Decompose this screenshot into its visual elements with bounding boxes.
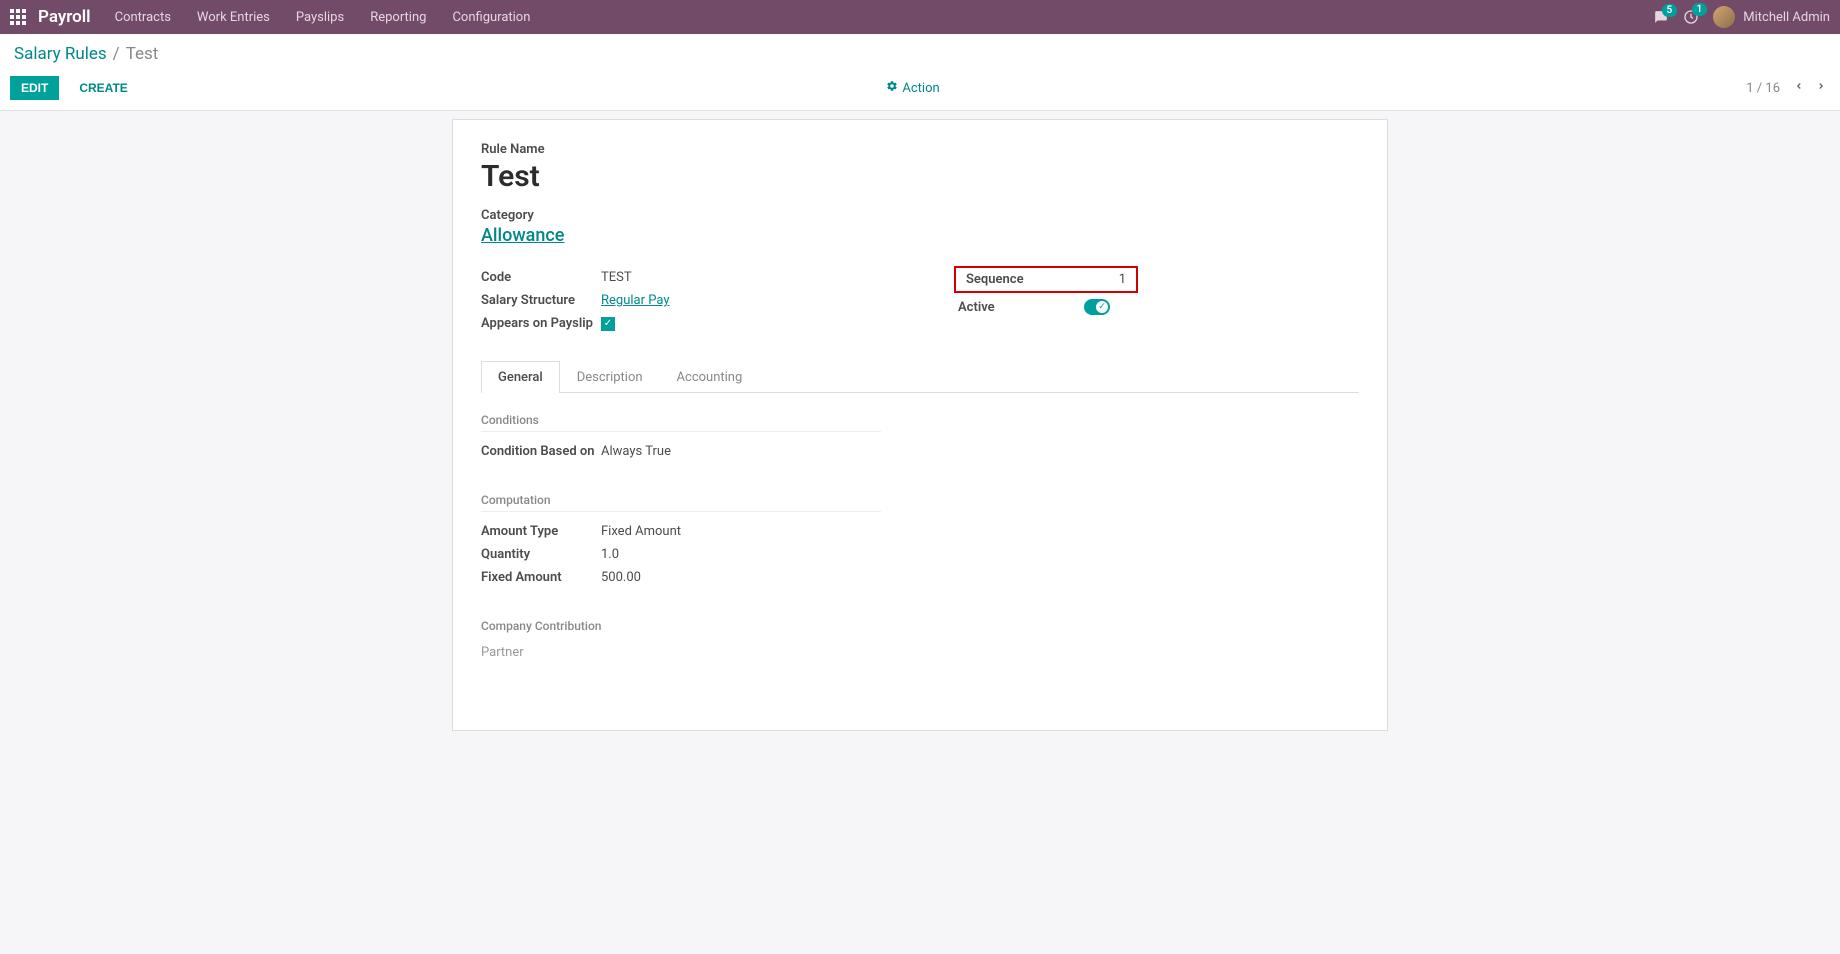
salary-structure-link[interactable]: Regular Pay [601, 293, 670, 308]
appears-label: Appears on Payslip [481, 316, 601, 331]
gear-icon [886, 80, 898, 96]
company-contribution-section: Company Contribution Partner [481, 619, 1359, 660]
breadcrumb-separator: / [113, 44, 120, 64]
action-label: Action [902, 81, 939, 96]
quantity-value: 1.0 [601, 547, 619, 562]
tabs: General Description Accounting [481, 361, 1359, 393]
create-button[interactable]: CREATE [67, 77, 139, 99]
chat-badge: 5 [1662, 4, 1678, 17]
breadcrumb: Salary Rules / Test [14, 44, 1826, 64]
fixed-amount-label: Fixed Amount [481, 570, 601, 585]
nav-menu: Contracts Work Entries Payslips Reportin… [115, 10, 1654, 25]
rule-name-value: Test [481, 159, 1359, 194]
right-col: Sequence 1 Active [940, 266, 1359, 335]
apps-icon[interactable] [10, 9, 26, 25]
sequence-highlight: Sequence 1 [954, 266, 1138, 293]
conditions-heading: Conditions [481, 413, 881, 432]
tab-content-general: Conditions Condition Based on Always Tru… [481, 393, 1359, 660]
active-row: Active [958, 295, 1359, 315]
tab-accounting[interactable]: Accounting [660, 361, 760, 393]
sequence-value: 1 [1119, 272, 1126, 287]
tab-general[interactable]: General [481, 361, 560, 393]
appears-row: Appears on Payslip ✓ [481, 312, 900, 335]
appears-checkbox: ✓ [601, 317, 615, 331]
amount-type-label: Amount Type [481, 524, 601, 539]
pager: 1 / 16 [1746, 78, 1830, 98]
center-action-area: Action [140, 80, 1746, 96]
nav-contracts[interactable]: Contracts [115, 10, 171, 25]
pager-text: 1 / 16 [1746, 81, 1780, 96]
rule-name-label: Rule Name [481, 142, 1359, 157]
content-wrap: Rule Name Test Category Allowance Code T… [0, 111, 1840, 771]
conditions-section: Conditions Condition Based on Always Tru… [481, 413, 1359, 463]
active-switch [1084, 299, 1110, 315]
amount-type-value: Fixed Amount [601, 524, 681, 539]
left-col: Code TEST Salary Structure Regular Pay A… [481, 266, 900, 335]
user-name: Mitchell Admin [1743, 10, 1830, 25]
nav-right: 5 1 Mitchell Admin [1653, 6, 1830, 28]
control-bar: EDIT CREATE Action 1 / 16 [0, 68, 1840, 111]
fixed-amount-value: 500.00 [601, 570, 641, 585]
code-value: TEST [601, 270, 632, 285]
top-nav: Payroll Contracts Work Entries Payslips … [0, 0, 1840, 34]
fixed-amount-row: Fixed Amount 500.00 [481, 566, 1359, 589]
user-menu[interactable]: Mitchell Admin [1713, 6, 1830, 28]
code-row: Code TEST [481, 266, 900, 289]
clock-icon[interactable]: 1 [1683, 9, 1699, 25]
chevron-left-icon[interactable] [1790, 78, 1808, 98]
chat-icon[interactable]: 5 [1653, 10, 1669, 24]
company-contribution-heading: Company Contribution [481, 619, 881, 637]
condition-based-label: Condition Based on [481, 444, 601, 459]
avatar [1713, 6, 1735, 28]
nav-reporting[interactable]: Reporting [370, 10, 426, 25]
partner-label: Partner [481, 645, 1359, 660]
two-col: Code TEST Salary Structure Regular Pay A… [481, 266, 1359, 335]
breadcrumb-parent[interactable]: Salary Rules [14, 44, 107, 64]
nav-payslips[interactable]: Payslips [296, 10, 344, 25]
quantity-row: Quantity 1.0 [481, 543, 1359, 566]
condition-based-row: Condition Based on Always True [481, 440, 1359, 463]
active-label: Active [958, 300, 1084, 315]
breadcrumb-bar: Salary Rules / Test [0, 34, 1840, 68]
form-sheet: Rule Name Test Category Allowance Code T… [452, 119, 1388, 731]
computation-heading: Computation [481, 493, 881, 512]
sequence-label: Sequence [966, 272, 1119, 287]
quantity-label: Quantity [481, 547, 601, 562]
action-menu[interactable]: Action [886, 80, 939, 96]
code-label: Code [481, 270, 601, 285]
category-label: Category [481, 208, 1359, 223]
salary-structure-label: Salary Structure [481, 293, 601, 308]
nav-work-entries[interactable]: Work Entries [197, 10, 270, 25]
computation-section: Computation Amount Type Fixed Amount Qua… [481, 493, 1359, 589]
edit-button[interactable]: EDIT [10, 76, 59, 100]
salary-structure-row: Salary Structure Regular Pay [481, 289, 900, 312]
pager-arrows [1790, 78, 1830, 98]
breadcrumb-current: Test [126, 44, 159, 64]
chevron-right-icon[interactable] [1812, 78, 1830, 98]
category-link[interactable]: Allowance [481, 225, 1359, 246]
notif-badge: 1 [1692, 3, 1708, 16]
tab-description[interactable]: Description [560, 361, 660, 393]
condition-based-value: Always True [601, 444, 671, 459]
nav-configuration[interactable]: Configuration [452, 10, 530, 25]
amount-type-row: Amount Type Fixed Amount [481, 520, 1359, 543]
app-brand[interactable]: Payroll [38, 7, 91, 27]
